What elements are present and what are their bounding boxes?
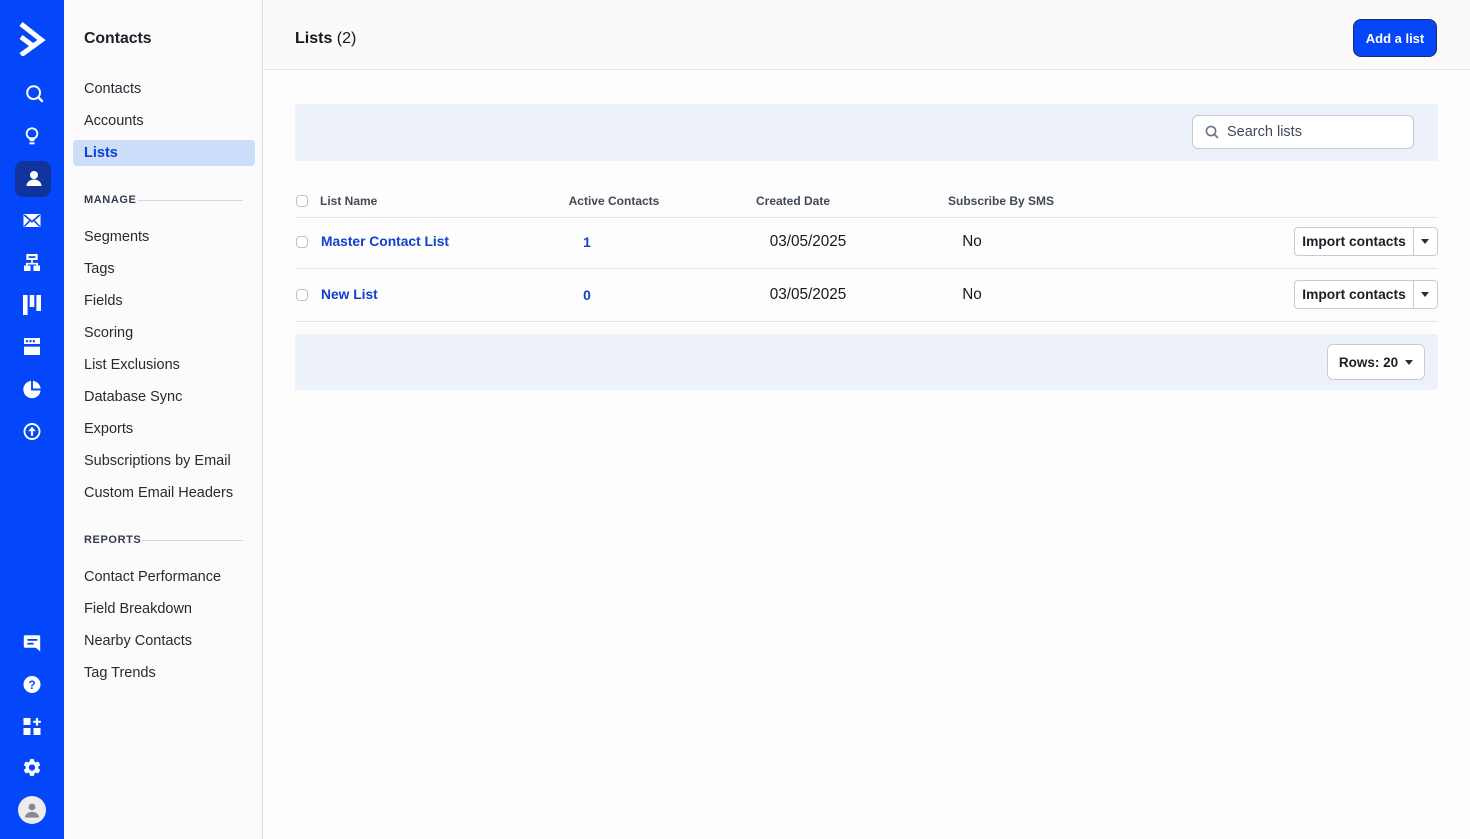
svg-text:?: ? bbox=[28, 680, 35, 692]
